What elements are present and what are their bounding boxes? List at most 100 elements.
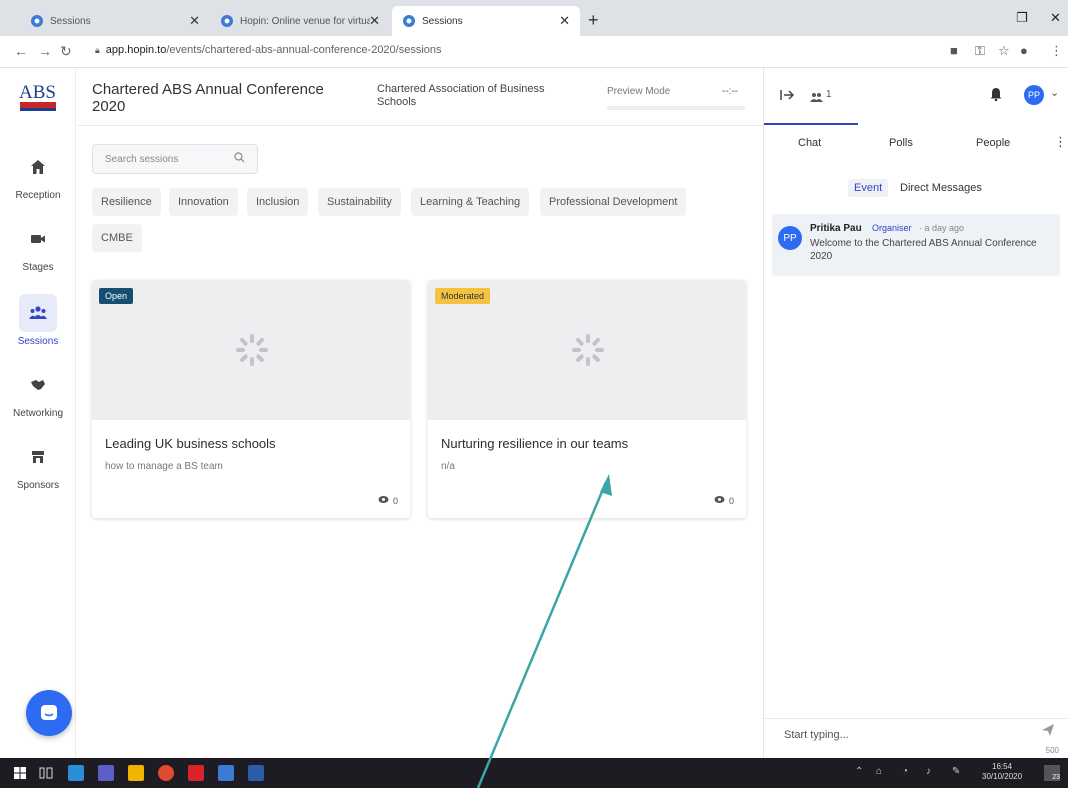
extension-icon[interactable]: ■ — [950, 43, 958, 58]
more-options-icon[interactable]: ⋮ — [1054, 134, 1067, 150]
search-icon — [234, 152, 245, 166]
view-count-value: 0 — [728, 495, 734, 506]
start-icon[interactable] — [12, 765, 28, 781]
back-icon[interactable]: ← — [14, 43, 28, 59]
menu-icon[interactable]: ⋮ — [1050, 43, 1063, 59]
action-center-icon[interactable]: 23 — [1044, 765, 1060, 781]
avatar: PP — [778, 226, 802, 250]
search-sessions-input[interactable]: Search sessions — [92, 144, 258, 174]
close-icon[interactable]: ✕ — [369, 13, 380, 29]
message-role: Organiser — [872, 223, 912, 233]
forward-icon[interactable]: → — [38, 43, 52, 59]
chrome-icon[interactable] — [158, 765, 174, 781]
nav-label: Sessions — [17, 336, 59, 347]
svg-text:ABS: ABS — [19, 82, 56, 103]
chat-message: PP Pritika Pau Organiser · a day ago Wel… — [772, 214, 1060, 276]
hopin-favicon-icon — [220, 14, 234, 28]
lock-icon: 🔒︎ — [95, 44, 100, 55]
browser-tab-hopin[interactable]: Hopin: Online venue for virtual ev ✕ — [210, 6, 390, 36]
send-icon[interactable] — [1041, 723, 1055, 742]
active-tab-indicator — [764, 123, 858, 125]
filter-cmbe[interactable]: CMBE — [92, 224, 142, 252]
chat-bubble-icon — [41, 705, 57, 720]
nav-label: Reception — [15, 190, 61, 201]
task-view-icon[interactable] — [38, 765, 54, 781]
session-description: n/a — [441, 461, 455, 472]
nav-item-reception[interactable]: Reception — [0, 148, 76, 201]
tab-polls[interactable]: Polls — [889, 137, 913, 149]
browser-tab-sessions-1[interactable]: Sessions ✕ — [20, 6, 210, 36]
star-icon[interactable]: ☆ — [998, 43, 1010, 59]
nav-label: Networking — [12, 408, 64, 419]
teams-icon[interactable] — [98, 765, 114, 781]
chat-composer[interactable]: Start typing... 500 — [764, 718, 1068, 758]
volume-icon[interactable]: ♪ — [926, 766, 931, 777]
reload-icon[interactable]: ↻ — [60, 43, 72, 60]
user-avatar[interactable]: PP — [1024, 85, 1044, 105]
chevron-down-icon[interactable]: ⌄ — [1050, 86, 1059, 99]
attendee-count: 1 — [826, 89, 832, 100]
loading-spinner-icon — [572, 334, 604, 366]
session-title: Leading UK business schools — [105, 436, 276, 451]
outlook-icon[interactable] — [68, 765, 84, 781]
organisation-name: Chartered Association of Business School… — [377, 83, 545, 108]
filter-inclusion[interactable]: Inclusion — [247, 188, 309, 216]
message-author: Pritika Pau — [810, 223, 862, 234]
message-text: Welcome to the Chartered ABS Annual Conf… — [810, 238, 1037, 262]
view-count: 0 — [714, 495, 734, 506]
segment-direct-messages[interactable]: Direct Messages — [894, 179, 988, 197]
url-field[interactable]: 🔒︎ app.hopin.to /events/chartered-abs-an… — [95, 44, 442, 56]
nav-item-sponsors[interactable]: Sponsors — [0, 438, 76, 491]
browser-tab-sessions-active[interactable]: Sessions ✕ — [392, 6, 580, 36]
restore-window-icon[interactable]: ❐ — [1016, 10, 1028, 26]
profile-icon[interactable]: ● — [1020, 43, 1028, 58]
filter-resilience[interactable]: Resilience — [92, 188, 161, 216]
message-time: · a day ago — [919, 223, 965, 233]
close-icon[interactable]: ✕ — [189, 13, 200, 29]
support-chat-launcher[interactable] — [26, 690, 72, 736]
handshake-icon — [19, 366, 57, 404]
tab-title: Hopin: Online venue for virtual ev — [240, 15, 370, 27]
side-panel: 1 PP ⌄ Chat Polls People ⋮ Event Direct … — [763, 68, 1068, 758]
booth-icon — [19, 438, 57, 476]
system-clock[interactable]: 16:54 30/10/2020 — [982, 762, 1022, 782]
collapse-panel-icon[interactable] — [780, 88, 795, 106]
filter-learning-teaching[interactable]: Learning & Teaching — [411, 188, 530, 216]
file-explorer-icon[interactable] — [128, 765, 144, 781]
segment-event[interactable]: Event — [848, 179, 889, 197]
filter-sustainability[interactable]: Sustainability — [318, 188, 401, 216]
session-card[interactable]: Moderated Nurturing resilience in our te… — [428, 280, 746, 518]
close-icon[interactable]: ✕ — [559, 13, 570, 29]
tab-chat[interactable]: Chat — [798, 137, 821, 149]
key-icon[interactable]: ⚿ — [975, 43, 985, 59]
nav-item-sessions[interactable]: Sessions — [0, 294, 76, 347]
app-icon[interactable] — [218, 765, 234, 781]
url-host: app.hopin.to — [105, 44, 167, 56]
attendees-icon — [810, 89, 823, 107]
session-card[interactable]: Open Leading UK business schools how to … — [92, 280, 410, 518]
nav-item-networking[interactable]: Networking — [0, 366, 76, 419]
tray-chevron-icon[interactable]: ⌃ — [855, 766, 863, 777]
wifi-icon[interactable]: ◔ — [902, 766, 908, 777]
tab-people[interactable]: People — [976, 137, 1010, 149]
word-icon[interactable] — [248, 765, 264, 781]
nav-label: Sponsors — [16, 480, 60, 491]
event-header: Chartered ABS Annual Conference 2020 Cha… — [77, 68, 763, 126]
pen-icon[interactable]: ✎ — [952, 766, 960, 777]
clock-time: 16:54 — [992, 762, 1013, 771]
left-navigation: ABS Reception Stages Sessions Networking… — [0, 68, 76, 758]
eye-icon — [378, 495, 389, 506]
filter-professional-development[interactable]: Professional Development — [540, 188, 687, 216]
filter-innovation[interactable]: Innovation — [169, 188, 238, 216]
video-camera-icon — [19, 220, 57, 258]
side-panel-header: 1 PP ⌄ — [764, 68, 1068, 126]
nav-item-stages[interactable]: Stages — [0, 220, 76, 273]
new-tab-icon[interactable]: + — [588, 10, 599, 31]
notification-bell-icon[interactable] — [990, 87, 1002, 106]
close-window-icon[interactable]: ✕ — [1050, 10, 1061, 26]
view-count-value: 0 — [392, 495, 398, 506]
event-title: Chartered ABS Annual Conference 2020 — [92, 81, 324, 115]
composer-placeholder: Start typing... — [784, 729, 849, 741]
network-icon[interactable]: ⌂ — [876, 766, 882, 777]
acrobat-icon[interactable] — [188, 765, 204, 781]
